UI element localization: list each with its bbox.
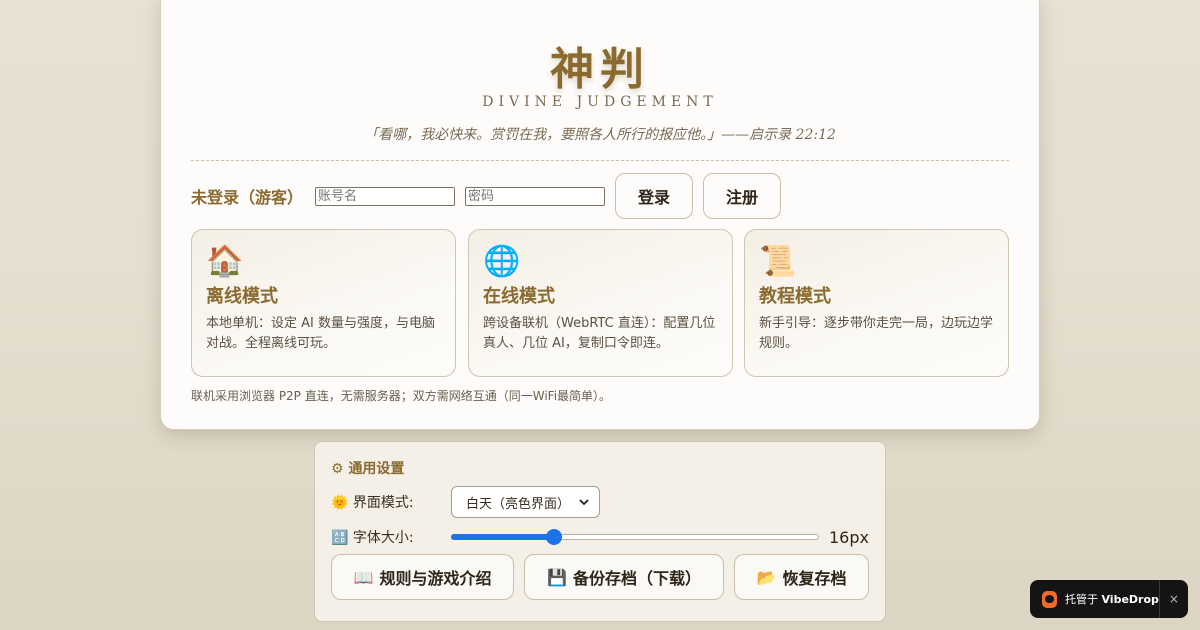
font-size-label: 🔠 字体大小: bbox=[331, 527, 451, 547]
floppy-disk-icon: 💾 bbox=[547, 567, 567, 587]
badge-prefix: 托管于 bbox=[1064, 593, 1098, 606]
login-status: 未登录（游客） bbox=[191, 188, 304, 207]
house-icon: 🏠 bbox=[206, 244, 244, 279]
font-size-slider[interactable] bbox=[451, 526, 819, 548]
register-button[interactable]: 注册 bbox=[703, 173, 782, 219]
backup-button[interactable]: 💾 备份存档（下载） bbox=[524, 554, 724, 600]
globe-icon: 🌐 bbox=[483, 244, 521, 279]
vibedrop-badge-text: 托管于 VibeDrop bbox=[1065, 591, 1159, 607]
login-row: 未登录（游客） 登录 注册 bbox=[191, 173, 782, 219]
scripture-quote: 「看哪，我必快来。赏罚在我，要照各人所行的报应他。」——启示录 22:12 bbox=[364, 127, 836, 143]
font-size-value: 16px bbox=[829, 527, 869, 547]
vibedrop-logo-icon bbox=[1042, 590, 1057, 608]
scroll-icon: 📜 bbox=[759, 244, 797, 279]
settings-title-label: 通用设置 bbox=[348, 461, 405, 477]
mode-description: 跨设备联机（WebRTC 直连）：配置几位真人、几位 AI，复制口令即连。 bbox=[483, 316, 716, 351]
main-card: 神判 DIVINE JUDGEMENT 「看哪，我必快来。赏罚在我，要照各人所行… bbox=[160, 0, 1040, 430]
theme-select-value: 白天（亮色界面） bbox=[466, 496, 571, 512]
vibedrop-badge[interactable]: 托管于 VibeDrop × bbox=[1030, 580, 1188, 618]
mode-title: 在线模式 bbox=[483, 286, 555, 307]
gear-icon: ⚙ bbox=[331, 461, 344, 477]
login-button[interactable]: 登录 bbox=[615, 173, 694, 219]
restore-button-label: 恢复存档 bbox=[782, 569, 847, 588]
mode-description: 本地单机：设定 AI 数量与强度，与电脑对战。全程离线可玩。 bbox=[206, 316, 435, 351]
theme-label: 🌞 界面模式: bbox=[331, 492, 451, 512]
theme-setting-row: 🌞 界面模式: 白天（亮色界面） bbox=[331, 486, 600, 518]
settings-buttons: 📖 规则与游戏介绍 💾 备份存档（下载） 📂 恢复存档 bbox=[331, 554, 869, 600]
page-subtitle: DIVINE JUDGEMENT bbox=[482, 94, 718, 110]
folder-icon: 📂 bbox=[756, 567, 777, 587]
mode-title: 教程模式 bbox=[759, 286, 831, 307]
settings-title: ⚙ 通用设置 bbox=[331, 458, 404, 478]
restore-button[interactable]: 📂 恢复存档 bbox=[734, 554, 869, 600]
close-icon[interactable]: × bbox=[1160, 592, 1188, 606]
connection-note: 联机采用浏览器 P2P 直连，无需服务器；双方需网络互通（同一WiFi最简单）。 bbox=[191, 389, 612, 403]
settings-panel: ⚙ 通用设置 🌞 界面模式: 白天（亮色界面） 🔠 字体大小: 16px 📖 规… bbox=[314, 441, 886, 622]
badge-brand: VibeDrop bbox=[1101, 593, 1159, 606]
online-mode-card[interactable]: 🌐 在线模式 跨设备联机（WebRTC 直连）：配置几位真人、几位 AI，复制口… bbox=[468, 229, 733, 377]
theme-label-text: 界面模式: bbox=[352, 495, 414, 511]
mode-list: 🏠 离线模式 本地单机：设定 AI 数量与强度，与电脑对战。全程离线可玩。 🌐 … bbox=[191, 229, 1009, 377]
mode-description: 新手引导：逐步带你走完一局，边玩边学规则。 bbox=[759, 316, 994, 351]
font-size-label-text: 字体大小: bbox=[352, 530, 414, 546]
slider-thumb[interactable] bbox=[546, 529, 562, 545]
divider bbox=[191, 160, 1009, 161]
sun-icon: 🌞 bbox=[331, 495, 349, 511]
letters-icon: 🔠 bbox=[331, 530, 349, 546]
book-icon: 📖 bbox=[353, 567, 374, 587]
offline-mode-card[interactable]: 🏠 离线模式 本地单机：设定 AI 数量与强度，与电脑对战。全程离线可玩。 bbox=[191, 229, 456, 377]
slider-fill bbox=[451, 534, 554, 540]
backup-button-label: 备份存档（下载） bbox=[572, 569, 701, 588]
chevron-down-icon bbox=[579, 498, 589, 505]
rules-button-label: 规则与游戏介绍 bbox=[379, 569, 492, 588]
username-input[interactable] bbox=[315, 186, 456, 206]
page-title: 神判 bbox=[550, 44, 650, 95]
password-input[interactable] bbox=[465, 186, 606, 206]
tutorial-mode-card[interactable]: 📜 教程模式 新手引导：逐步带你走完一局，边玩边学规则。 bbox=[744, 229, 1009, 377]
mode-title: 离线模式 bbox=[206, 286, 278, 307]
rules-button[interactable]: 📖 规则与游戏介绍 bbox=[331, 554, 514, 600]
theme-select[interactable]: 白天（亮色界面） bbox=[451, 486, 600, 518]
font-size-setting-row: 🔠 字体大小: 16px bbox=[331, 526, 869, 548]
